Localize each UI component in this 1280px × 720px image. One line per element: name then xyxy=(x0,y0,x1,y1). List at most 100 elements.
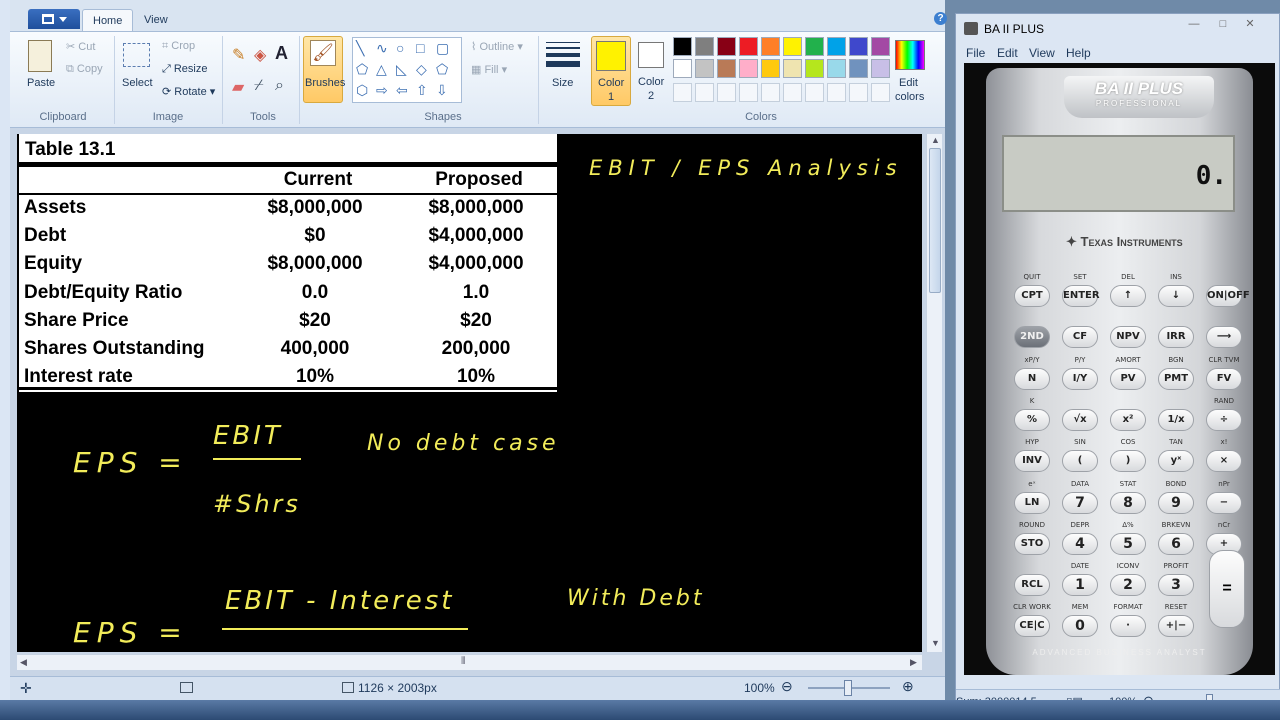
calc-key[interactable]: ( xyxy=(1062,450,1098,473)
help-icon[interactable]: ? xyxy=(934,12,947,25)
paint-menu-button[interactable] xyxy=(28,9,80,29)
custom-color-slot[interactable] xyxy=(739,83,758,102)
resize-button[interactable]: ⤢ Resize xyxy=(162,63,207,76)
calc-key[interactable]: 1 xyxy=(1062,574,1098,597)
triangle-shape-icon[interactable]: △ xyxy=(376,61,387,77)
drawing-canvas[interactable]: Table 13.1 Current Proposed Assets $8,000… xyxy=(17,134,922,652)
rectangle-shape-icon[interactable]: □ xyxy=(416,40,424,56)
custom-color-slot[interactable] xyxy=(827,83,846,102)
color1-button[interactable]: Color 1 xyxy=(591,36,631,106)
paste-button[interactable]: Paste xyxy=(27,77,55,89)
palette-swatch[interactable] xyxy=(761,37,780,56)
menu-help[interactable]: Help xyxy=(1066,46,1091,60)
custom-color-slot[interactable] xyxy=(805,83,824,102)
calc-key[interactable]: % xyxy=(1014,408,1050,431)
paste-icon[interactable] xyxy=(28,40,52,72)
palette-swatch[interactable] xyxy=(739,59,758,78)
shapes-gallery[interactable]: ╲ ∿ ○ □ ▢ ⬠ △ ◺ ◇ ⬠ ⬡ ⇨ ⇦ ⇧ ⇩ xyxy=(352,37,462,103)
color2-button[interactable]: Color 2 xyxy=(632,36,672,106)
custom-color-slot[interactable] xyxy=(849,83,868,102)
calc-key[interactable]: 1/x xyxy=(1158,408,1194,431)
text-icon[interactable]: A xyxy=(275,43,288,64)
calc-key[interactable]: +|− xyxy=(1158,615,1194,638)
palette-swatch[interactable] xyxy=(761,59,780,78)
custom-color-slot[interactable] xyxy=(783,83,802,102)
hexagon-shape-icon[interactable]: ⬡ xyxy=(356,82,368,98)
rotate-button[interactable]: ⟳ Rotate ▾ xyxy=(162,85,215,98)
menu-edit[interactable]: Edit xyxy=(997,46,1018,60)
horizontal-scrollbar[interactable]: ◀ ⦀ ▶ xyxy=(17,654,922,670)
select-icon[interactable] xyxy=(123,43,150,67)
palette-swatch[interactable] xyxy=(673,37,692,56)
calc-key[interactable]: PMT xyxy=(1158,367,1194,390)
maximize-icon[interactable]: □ xyxy=(1212,16,1234,32)
custom-color-slot[interactable] xyxy=(695,83,714,102)
calc-key[interactable]: yˣ xyxy=(1158,450,1194,473)
calc-key[interactable]: x² xyxy=(1110,408,1146,431)
pentagon-shape-icon[interactable]: ⬠ xyxy=(436,61,448,77)
palette-swatch[interactable] xyxy=(717,37,736,56)
down-arrow-shape-icon[interactable]: ⇩ xyxy=(436,82,448,98)
calc-key[interactable]: 8 xyxy=(1110,491,1146,514)
select-button[interactable]: Select xyxy=(122,77,153,89)
calc-key[interactable]: 2 xyxy=(1110,574,1146,597)
edit-colors-label-2[interactable]: colors xyxy=(895,91,924,103)
minimize-icon[interactable]: — xyxy=(1184,16,1204,32)
calc-key[interactable]: I/Y xyxy=(1062,367,1098,390)
zoom-out-icon[interactable]: ⊖ xyxy=(781,678,793,695)
curve-shape-icon[interactable]: ∿ xyxy=(376,40,388,56)
outline-button[interactable]: ⌇ Outline ▾ xyxy=(471,40,523,53)
palette-swatch[interactable] xyxy=(695,37,714,56)
menu-view[interactable]: View xyxy=(1029,46,1055,60)
menu-file[interactable]: File xyxy=(966,46,985,60)
calc-key[interactable]: ↓ xyxy=(1158,285,1194,307)
palette-swatch[interactable] xyxy=(827,37,846,56)
calc-key[interactable]: ON|OFF xyxy=(1206,285,1250,307)
palette-swatch[interactable] xyxy=(849,37,868,56)
calc-key[interactable]: ENTER xyxy=(1062,285,1100,307)
pencil-icon[interactable]: ✎ xyxy=(232,45,245,65)
brushes-button[interactable]: 🖌 Brushes xyxy=(303,36,345,103)
calc-key[interactable]: PV xyxy=(1110,367,1146,390)
edit-colors-icon[interactable] xyxy=(895,40,925,70)
left-arrow-shape-icon[interactable]: ⇦ xyxy=(396,82,408,98)
right-triangle-shape-icon[interactable]: ◺ xyxy=(396,61,407,77)
magnifier-icon[interactable]: ⌕ xyxy=(275,77,284,95)
zoom-slider-thumb[interactable] xyxy=(844,680,852,696)
palette-swatch[interactable] xyxy=(827,59,846,78)
calc-key[interactable]: FV xyxy=(1206,367,1242,390)
calc-key[interactable]: · xyxy=(1110,615,1146,638)
scroll-left-icon[interactable]: ◀ xyxy=(20,657,27,668)
calc-key[interactable]: CF xyxy=(1062,326,1098,349)
palette-swatch[interactable] xyxy=(871,37,890,56)
palette-swatch[interactable] xyxy=(673,59,692,78)
calc-key[interactable]: N xyxy=(1014,367,1050,390)
calc-key[interactable]: ÷ xyxy=(1206,408,1242,431)
palette-swatch[interactable] xyxy=(849,59,868,78)
calc-key[interactable]: 9 xyxy=(1158,491,1194,514)
palette-swatch[interactable] xyxy=(871,59,890,78)
equals-key[interactable]: = xyxy=(1209,550,1245,628)
calc-key[interactable]: 0 xyxy=(1062,615,1098,638)
calc-key[interactable]: NPV xyxy=(1110,326,1146,349)
calc-key[interactable]: LN xyxy=(1014,491,1050,514)
horizontal-scroll-grip[interactable]: ⦀ xyxy=(461,656,465,667)
fill-button[interactable]: ▦ Fill ▾ xyxy=(471,63,507,76)
vertical-scroll-thumb[interactable] xyxy=(929,148,941,293)
calc-key[interactable]: 7 xyxy=(1062,491,1098,514)
calc-key[interactable]: INV xyxy=(1014,450,1050,473)
calc-key[interactable]: ↑ xyxy=(1110,285,1146,307)
polygon-shape-icon[interactable]: ⬠ xyxy=(356,61,368,77)
calc-key[interactable]: RCL xyxy=(1014,574,1050,597)
calc-key[interactable]: IRR xyxy=(1158,326,1194,349)
calc-key[interactable]: 5 xyxy=(1110,532,1146,555)
calc-key[interactable]: 3 xyxy=(1158,574,1194,597)
crop-button[interactable]: ⌗ Crop xyxy=(162,40,195,53)
custom-color-slot[interactable] xyxy=(673,83,692,102)
copy-button[interactable]: ⧉ Copy xyxy=(66,63,103,76)
custom-color-slot[interactable] xyxy=(761,83,780,102)
palette-swatch[interactable] xyxy=(717,59,736,78)
rounded-rect-shape-icon[interactable]: ▢ xyxy=(436,40,449,56)
palette-swatch[interactable] xyxy=(695,59,714,78)
palette-swatch[interactable] xyxy=(805,59,824,78)
